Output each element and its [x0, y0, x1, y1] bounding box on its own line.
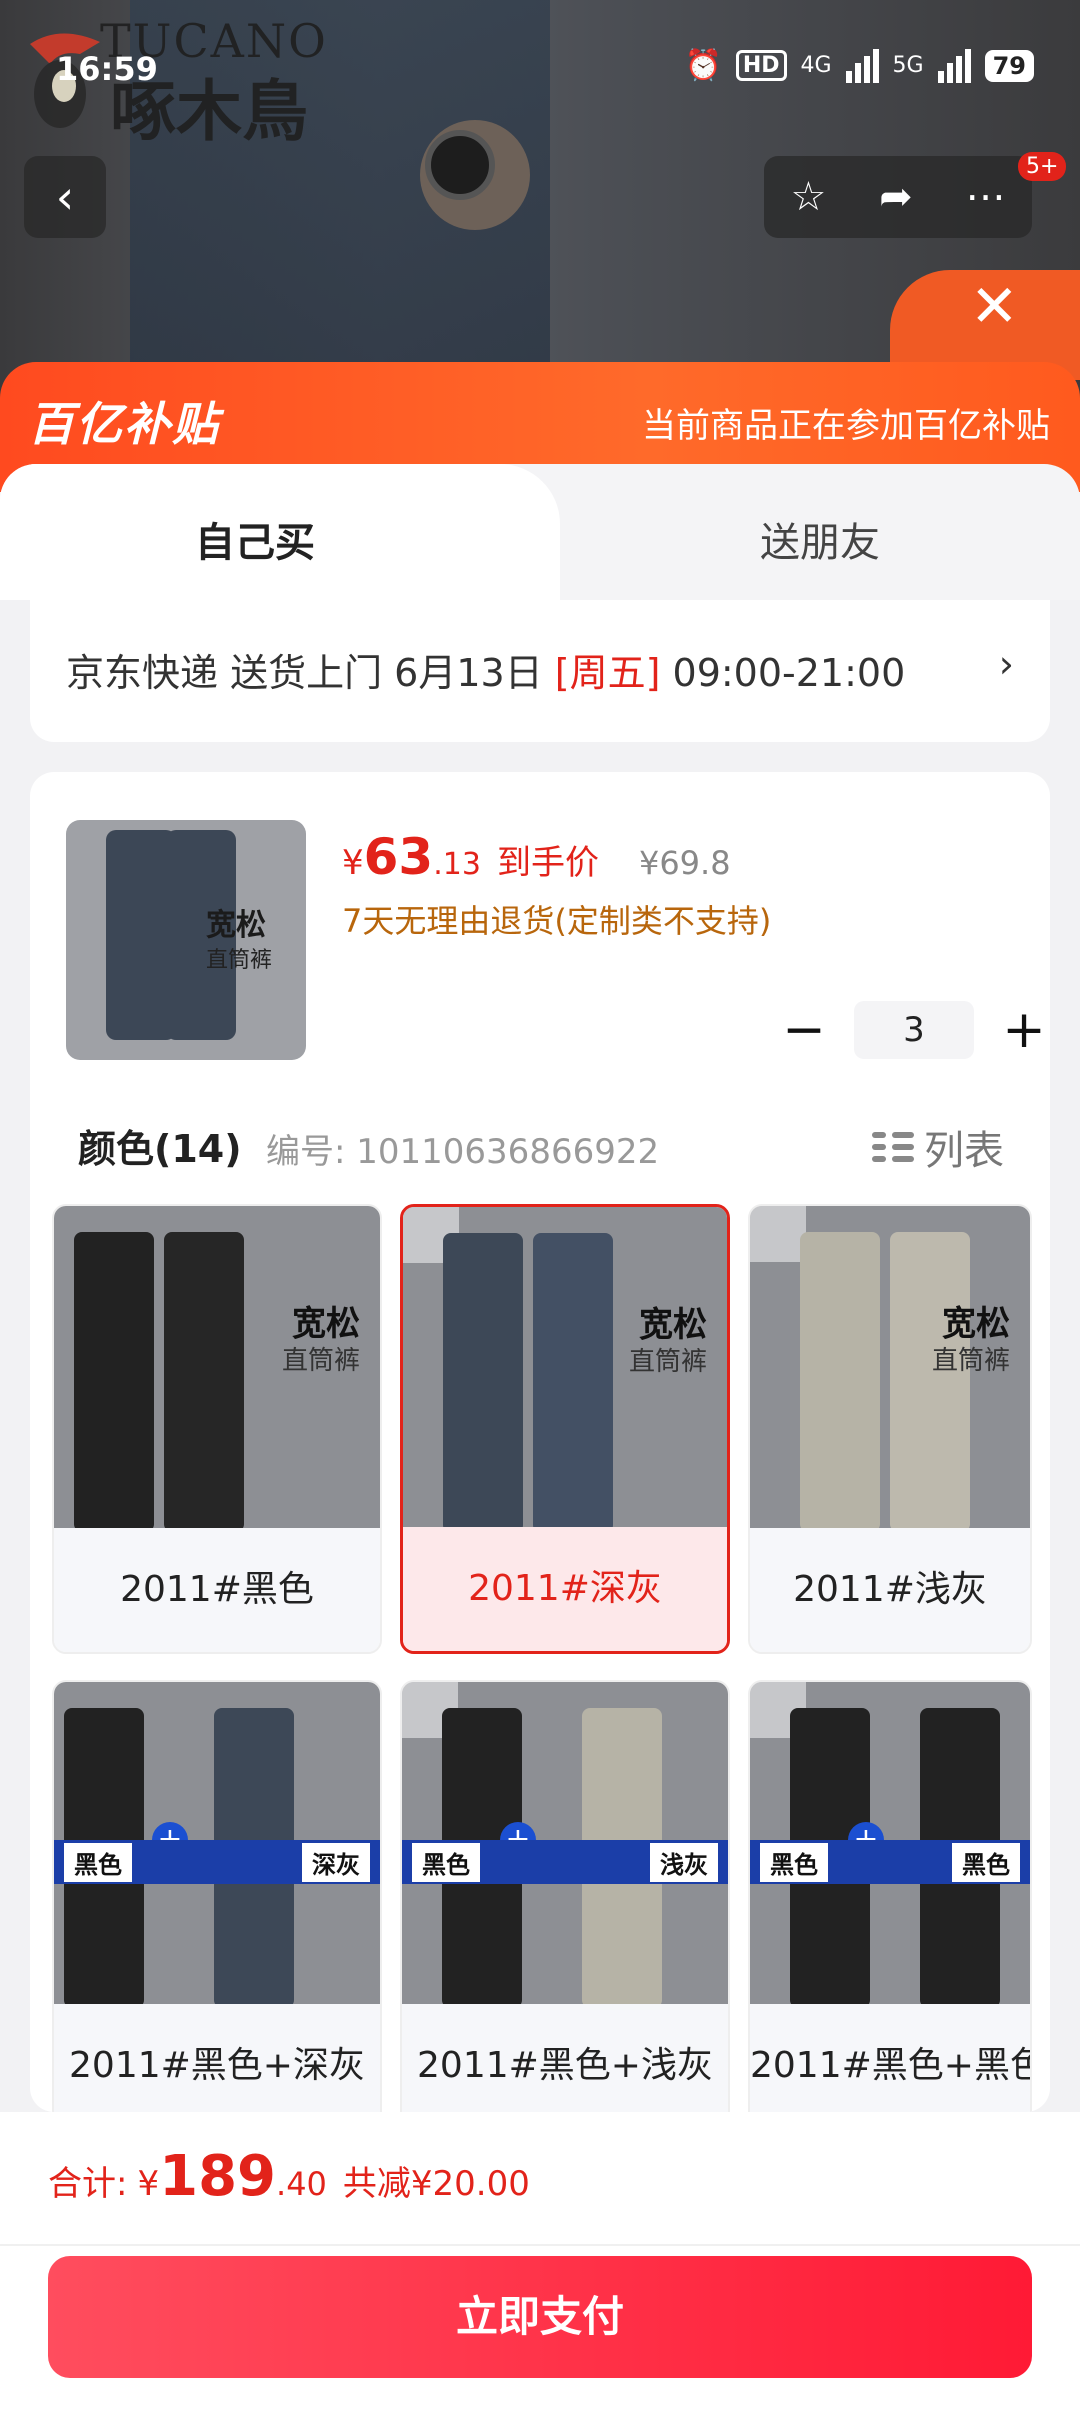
combo-right-tag: 浅灰 — [650, 1842, 718, 1882]
color-heading: 颜色(14) — [78, 1127, 242, 1171]
color-option-black-light-grey[interactable]: + 黑色 浅灰 2011#黑色+浅灰 — [400, 1680, 730, 2112]
total-integer: 189 — [159, 2144, 277, 2209]
color-image: 宽松 直筒裤 — [750, 1206, 1030, 1532]
card-caption: 宽松 — [639, 1305, 707, 1345]
color-label: 2011#深灰 — [403, 1527, 727, 1651]
color-image: + 黑色 深灰 — [54, 1682, 380, 2008]
back-button[interactable]: ‹ — [24, 156, 106, 238]
total-saving: 共减¥20.00 — [342, 2164, 530, 2204]
purchase-tabs: 自己买 送朋友 — [0, 464, 1080, 600]
total-decimal: .40 — [276, 2165, 327, 2203]
combo-tag-bar: 黑色 浅灰 — [402, 1840, 728, 1884]
pants-shape — [443, 1233, 523, 1533]
share-icon[interactable]: ➦ — [879, 174, 913, 220]
checkout-bar: 合计: ¥ 189 .40 共减¥20.00 立即支付 — [0, 2112, 1080, 2412]
combo-left-tag: 黑色 — [64, 1842, 132, 1882]
quantity-value[interactable]: 3 — [854, 1001, 974, 1059]
combo-left-tag: 黑色 — [412, 1842, 480, 1882]
total-currency: ¥ — [137, 2164, 160, 2204]
sku-panel: 宽松 直筒裤 ¥ 63 .13 到手价 ¥69.8 7天无理由退货(定制类不支持… — [30, 772, 1050, 2112]
pants-shape — [74, 1232, 154, 1532]
hd-icon: HD — [735, 50, 787, 81]
product-thumbnail[interactable]: 宽松 直筒裤 — [66, 820, 306, 1060]
status-bar: 16:59 ⏰ HD 4G 5G 79 — [0, 40, 1080, 100]
price-tag: 到手价 — [496, 843, 599, 883]
pants-shape — [890, 1232, 970, 1532]
subsidy-logo: 百亿补贴 — [28, 397, 220, 451]
card-caption-sub: 直筒裤 — [628, 1347, 707, 1377]
total-label: 合计: — [48, 2164, 128, 2204]
return-policy: 7天无理由退货(定制类不支持) — [342, 902, 772, 940]
color-image: + 黑色 浅灰 — [402, 1682, 728, 2008]
list-label: 列表 — [924, 1128, 1004, 1174]
combo-tag-bar: 黑色 黑色 — [750, 1840, 1030, 1884]
pants-shape — [800, 1232, 880, 1532]
signal-icon — [845, 48, 879, 83]
color-option-dark-grey[interactable]: 宽松 直筒裤 2011#深灰 — [400, 1204, 730, 1654]
cart-badge: 5+ — [1018, 152, 1067, 181]
pants-shape — [533, 1233, 613, 1533]
color-option-black[interactable]: 宽松 直筒裤 2011#黑色 — [52, 1204, 382, 1654]
color-label: 2011#黑色+深灰 — [54, 2004, 380, 2112]
thumb-title: 宽松 — [206, 908, 266, 943]
hero-watch-shape — [425, 130, 495, 200]
card-caption-sub: 直筒裤 — [281, 1346, 360, 1376]
price-decimal: .13 — [433, 847, 481, 882]
minus-icon[interactable]: − — [774, 1000, 834, 1060]
zoom-icon[interactable] — [750, 1206, 806, 1262]
combo-right-tag: 深灰 — [302, 1842, 370, 1882]
price-row: ¥ 63 .13 到手价 ¥69.8 — [342, 828, 731, 886]
list-view-toggle[interactable]: 列表 — [872, 1118, 1004, 1176]
chevron-left-icon: ‹ — [55, 170, 75, 224]
original-price: ¥69.8 — [638, 844, 731, 882]
combo-tag-bar: 黑色 深灰 — [54, 1840, 380, 1884]
color-option-light-grey[interactable]: 宽松 直筒裤 2011#浅灰 — [748, 1204, 1032, 1654]
product-code: 编号: 10110636866922 — [266, 1132, 660, 1172]
delivery-time: 09:00-21:00 — [660, 651, 906, 695]
plus-icon[interactable]: + — [994, 1000, 1050, 1060]
network-5g-label: 5G — [892, 53, 924, 78]
signal-icon-2 — [937, 48, 971, 83]
quantity-stepper: − 3 + — [774, 1000, 1050, 1060]
color-image: 宽松 直筒裤 — [403, 1207, 727, 1533]
color-label: 2011#黑色+黑色 — [750, 2004, 1030, 2112]
more-icon[interactable]: ⋯ — [966, 174, 1006, 220]
price-integer: 63 — [363, 828, 434, 886]
delivery-weekday: [周五] — [554, 651, 661, 695]
card-caption: 宽松 — [942, 1304, 1010, 1344]
combo-left-tag: 黑色 — [760, 1842, 828, 1882]
color-option-black-black[interactable]: + 黑色 黑色 2011#黑色+黑色 — [748, 1680, 1032, 2112]
color-image: 宽松 直筒裤 — [54, 1206, 380, 1532]
pay-now-button[interactable]: 立即支付 — [48, 2256, 1032, 2378]
status-icons: ⏰ HD 4G 5G 79 — [684, 48, 1034, 83]
list-icon — [872, 1132, 914, 1162]
card-caption-sub: 直筒裤 — [931, 1346, 1010, 1376]
tab-self-buy[interactable]: 自己买 — [195, 510, 315, 568]
tab-gift-friend[interactable]: 送朋友 — [760, 510, 880, 568]
battery-icon: 79 — [984, 49, 1034, 82]
price-currency: ¥ — [342, 843, 364, 883]
total-price: 合计: ¥ 189 .40 共减¥20.00 — [48, 2144, 530, 2209]
network-4g-label: 4G — [800, 53, 832, 78]
color-label: 2011#浅灰 — [750, 1528, 1030, 1652]
favorite-star-icon[interactable]: ☆ — [790, 174, 826, 220]
close-icon[interactable]: ✕ — [970, 272, 1019, 340]
combo-right-tag: 黑色 — [952, 1842, 1020, 1882]
status-time: 16:59 — [56, 50, 158, 88]
thumb-subtitle: 直筒裤 — [206, 948, 273, 973]
color-image: + 黑色 黑色 — [750, 1682, 1030, 2008]
divider — [0, 2244, 1080, 2246]
color-option-black-dark-grey[interactable]: + 黑色 深灰 2011#黑色+深灰 — [52, 1680, 382, 2112]
pants-shape — [164, 1232, 244, 1532]
chevron-right-icon: › — [998, 642, 1014, 686]
delivery-card[interactable]: 京东快递 送货上门 6月13日 [周五] 09:00-21:00 › — [30, 600, 1050, 742]
color-label: 2011#黑色 — [54, 1528, 380, 1652]
card-caption: 宽松 — [292, 1304, 360, 1344]
subsidy-note: 当前商品正在参加百亿补贴 — [642, 406, 1050, 446]
alarm-icon: ⏰ — [684, 48, 722, 83]
top-actions: ☆ ➦ ⋯ — [764, 156, 1032, 238]
delivery-text: 京东快递 送货上门 6月13日 — [66, 651, 555, 695]
delivery-info: 京东快递 送货上门 6月13日 [周五] 09:00-21:00 — [66, 642, 905, 697]
color-label: 2011#黑色+浅灰 — [402, 2004, 728, 2112]
